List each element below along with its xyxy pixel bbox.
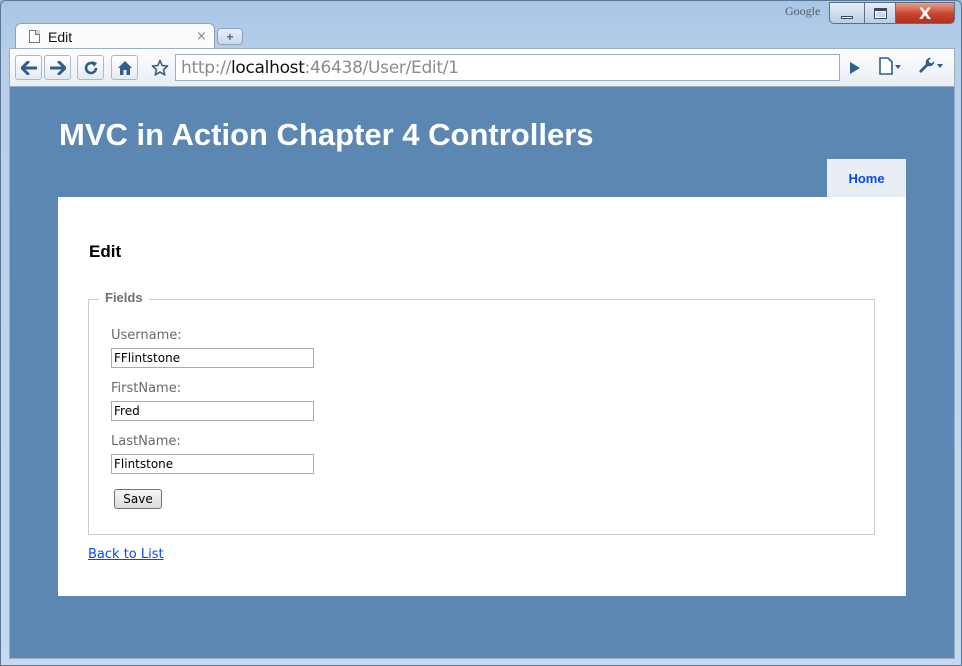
page-heading: Edit <box>89 242 122 261</box>
close-window-button[interactable]: X <box>895 2 955 24</box>
home-icon <box>117 60 132 75</box>
back-button[interactable] <box>15 55 42 80</box>
document-icon <box>29 30 40 43</box>
url-path: :46438/User/Edit/1 <box>304 58 459 78</box>
back-to-list-link[interactable]: Back to List <box>88 547 164 562</box>
address-bar[interactable]: http://localhost:46438/User/Edit/1 <box>175 54 840 81</box>
back-arrow-icon <box>20 60 37 75</box>
browser-toolbar: http://localhost:46438/User/Edit/1 <box>9 48 955 86</box>
maximize-button[interactable] <box>864 2 896 24</box>
site-title: MVC in Action Chapter 4 Controllers <box>59 117 594 152</box>
tab-title: Edit <box>48 29 73 45</box>
fields-fieldset: Fields Username: FirstName: LastName: Sa… <box>88 290 875 535</box>
page-viewport: MVC in Action Chapter 4 Controllers Home… <box>9 86 955 659</box>
go-button[interactable] <box>845 58 865 78</box>
tools-menu-button[interactable] <box>916 56 944 79</box>
bookmark-button[interactable] <box>146 55 173 80</box>
new-tab-button[interactable]: + <box>217 28 243 45</box>
forward-arrow-icon <box>49 60 66 75</box>
username-label: Username: <box>111 328 182 343</box>
google-label: Google <box>785 4 821 18</box>
username-input[interactable] <box>111 348 314 368</box>
wrench-icon <box>919 57 943 73</box>
main-content: Edit Fields Username: FirstName: LastNam… <box>58 197 906 596</box>
fieldset-legend: Fields <box>99 290 149 305</box>
page-menu-button[interactable] <box>878 57 902 79</box>
plus-icon: + <box>226 29 234 44</box>
lastname-label: LastName: <box>111 434 181 449</box>
page-icon <box>879 57 901 75</box>
minimize-button[interactable] <box>829 2 865 24</box>
firstname-label: FirstName: <box>111 381 182 396</box>
reload-button[interactable] <box>77 55 104 80</box>
tab-close-icon[interactable]: × <box>196 29 207 44</box>
url-text[interactable]: http://localhost:46438/User/Edit/1 <box>181 58 459 78</box>
minimize-icon <box>841 15 853 19</box>
reload-icon <box>84 60 97 74</box>
browser-tab[interactable]: Edit × <box>15 23 215 49</box>
close-icon: X <box>918 3 932 23</box>
browser-window: Google X Edit × + http://localhost:46438… <box>0 0 962 666</box>
menu-item-home[interactable]: Home <box>827 159 906 197</box>
firstname-input[interactable] <box>111 401 314 421</box>
maximize-icon <box>873 7 887 19</box>
url-prefix: http:// <box>181 58 231 78</box>
home-button[interactable] <box>111 55 138 80</box>
url-host: localhost <box>230 58 305 78</box>
lastname-input[interactable] <box>111 454 314 474</box>
save-button[interactable]: Save <box>114 489 162 509</box>
star-icon <box>151 59 168 76</box>
forward-button[interactable] <box>44 55 71 80</box>
play-icon <box>850 62 860 74</box>
